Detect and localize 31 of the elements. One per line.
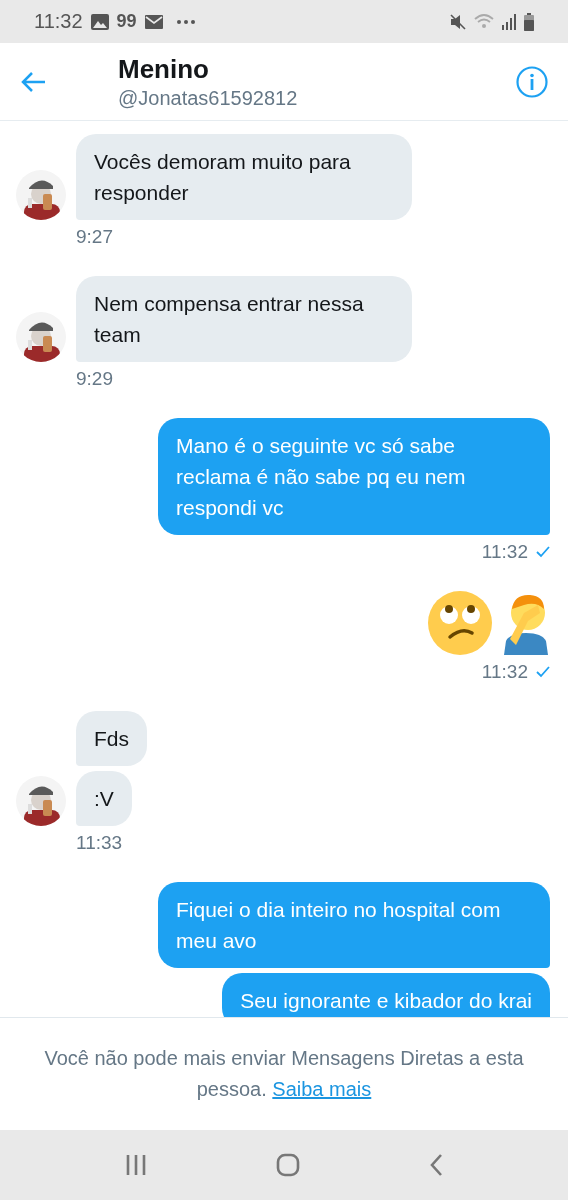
- message-bubble: Nem compensa entrar nessa team: [76, 276, 412, 362]
- contact-name: Menino: [118, 53, 210, 85]
- message-bubble: Fiquei o dia inteiro no hospital com meu avo: [158, 882, 550, 968]
- signal-icon: [502, 13, 516, 30]
- rolling-eyes-face-icon: [428, 591, 492, 655]
- message-bubble: Vocês demoram muito para responder: [76, 134, 412, 220]
- image-icon: [90, 13, 109, 30]
- message-time: 9:29: [76, 368, 113, 390]
- back-icon[interactable]: [429, 1153, 444, 1177]
- battery-icon: [524, 12, 534, 31]
- message-bubble: :V: [76, 771, 132, 826]
- more-icon: [176, 19, 195, 24]
- home-icon[interactable]: [276, 1153, 300, 1177]
- notification-count: 99: [116, 11, 137, 32]
- blocked-notice: Você não pode mais enviar Mensagens Diretas a esta pessoa. Saiba mais: [43, 1046, 525, 1102]
- contact-handle: @Jonatas61592812: [118, 86, 299, 110]
- message-time: 11:32: [481, 661, 528, 683]
- message-time: 11:33: [76, 832, 123, 854]
- mute-icon: [450, 13, 466, 30]
- message-bubble: Seu ignorante e kibador do krai: [222, 973, 550, 1017]
- learn-more-link[interactable]: Saiba mais: [272, 1078, 372, 1100]
- message-bubble: Fds: [76, 711, 147, 766]
- status-time: 11:32: [34, 10, 83, 33]
- mail-icon: [144, 14, 163, 29]
- message-time: 11:32: [481, 541, 528, 563]
- back-arrow-icon[interactable]: [20, 70, 46, 93]
- message-bubble: Mano é o seguinte vc só sabe reclama é não sabe pq eu nem respondi vc: [158, 418, 550, 535]
- recent-apps-icon[interactable]: [124, 1154, 147, 1176]
- info-icon[interactable]: [516, 65, 548, 98]
- message-time: 9:27: [76, 226, 113, 248]
- wifi-icon: [474, 13, 494, 30]
